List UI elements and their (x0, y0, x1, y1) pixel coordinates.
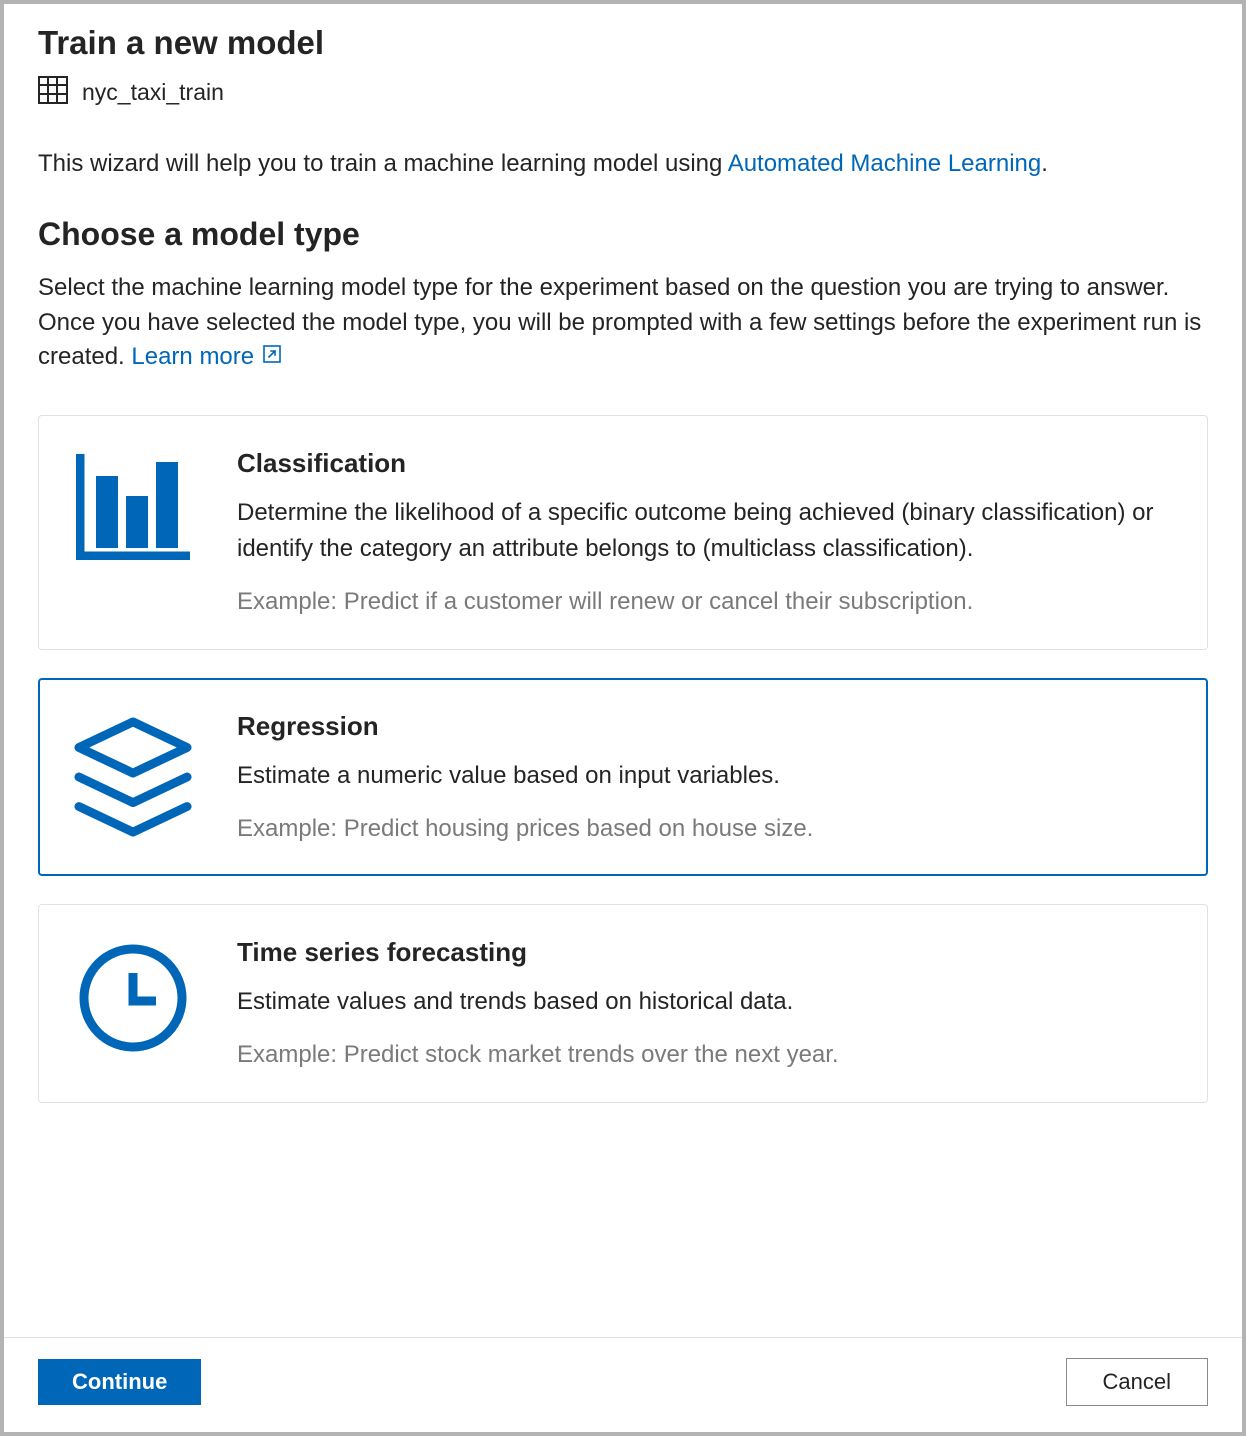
card-example: Example: Predict if a customer will rene… (237, 585, 1173, 619)
external-link-icon (262, 340, 282, 375)
card-body: Regression Estimate a numeric value base… (237, 711, 1173, 846)
card-classification[interactable]: Classification Determine the likelihood … (38, 415, 1208, 650)
cancel-button[interactable]: Cancel (1066, 1358, 1208, 1406)
card-example: Example: Predict housing prices based on… (237, 812, 1173, 846)
learn-more-link[interactable]: Learn more (131, 340, 282, 375)
continue-button[interactable]: Continue (38, 1359, 201, 1405)
card-title: Classification (237, 448, 1173, 479)
dialog-content: Train a new model nyc_taxi_train This wi… (4, 4, 1242, 1337)
dialog-footer: Continue Cancel (4, 1337, 1242, 1432)
card-regression[interactable]: Regression Estimate a numeric value base… (38, 678, 1208, 877)
intro-text: This wizard will help you to train a mac… (38, 147, 1208, 182)
intro-before: This wizard will help you to train a mac… (38, 150, 728, 177)
dataset-row: nyc_taxi_train (38, 76, 1208, 109)
bar-chart-icon (73, 448, 193, 619)
card-example: Example: Predict stock market trends ove… (237, 1038, 1173, 1072)
card-desc: Estimate values and trends based on hist… (237, 984, 1173, 1020)
card-timeseries[interactable]: Time series forecasting Estimate values … (38, 904, 1208, 1103)
card-title: Time series forecasting (237, 937, 1173, 968)
automl-link[interactable]: Automated Machine Learning (728, 150, 1042, 177)
table-icon (38, 76, 68, 109)
intro-after: . (1041, 150, 1048, 177)
card-desc: Determine the likelihood of a specific o… (237, 495, 1173, 567)
model-type-cards: Classification Determine the likelihood … (38, 415, 1208, 1103)
learn-more-text: Learn more (131, 340, 254, 375)
clock-icon (73, 937, 193, 1072)
page-title: Train a new model (38, 24, 1208, 62)
train-model-dialog: Train a new model nyc_taxi_train This wi… (4, 4, 1242, 1432)
section-desc: Select the machine learning model type f… (38, 271, 1208, 375)
dataset-name: nyc_taxi_train (82, 79, 224, 106)
card-body: Classification Determine the likelihood … (237, 448, 1173, 619)
card-desc: Estimate a numeric value based on input … (237, 758, 1173, 794)
layers-icon (73, 711, 193, 846)
card-body: Time series forecasting Estimate values … (237, 937, 1173, 1072)
card-title: Regression (237, 711, 1173, 742)
section-title: Choose a model type (38, 216, 1208, 253)
